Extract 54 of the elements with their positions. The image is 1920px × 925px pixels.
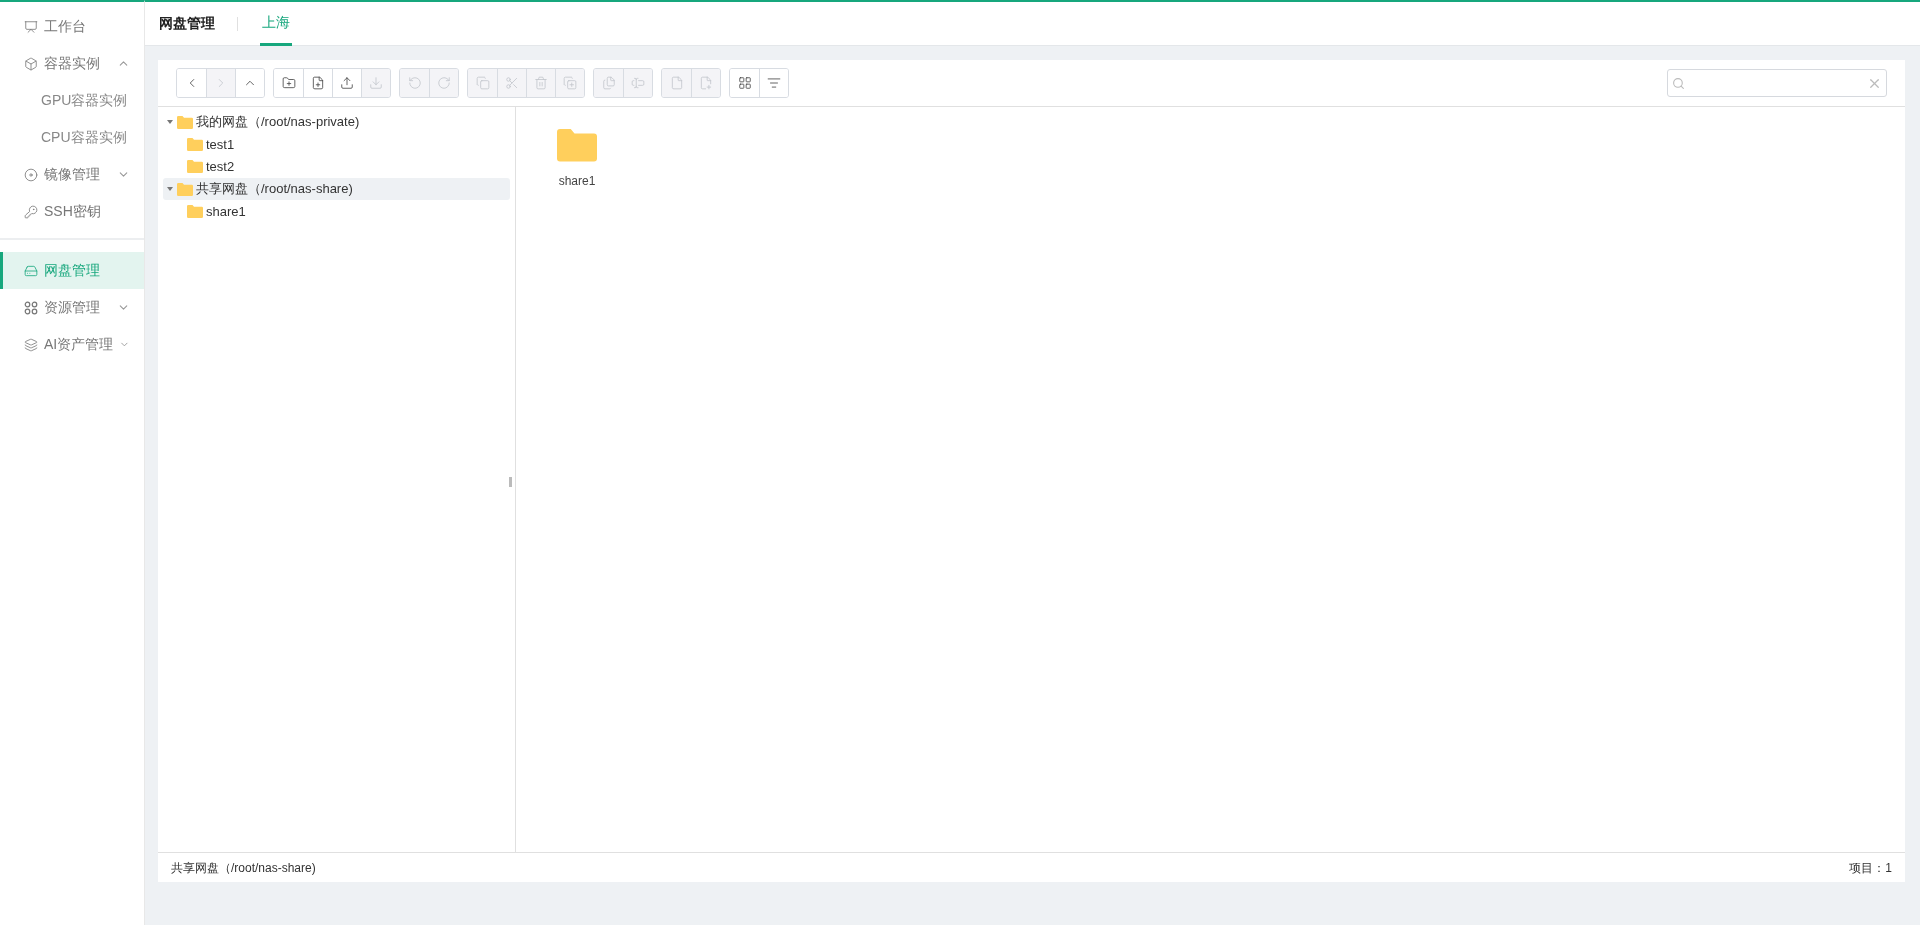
folder-icon <box>187 204 203 218</box>
key-icon <box>24 204 38 219</box>
sidebar-item[interactable]: SSH密钥 <box>0 193 144 230</box>
sidebar-item[interactable]: 工作台 <box>0 8 144 45</box>
resize-handle[interactable] <box>509 477 512 487</box>
sidebar-item[interactable]: 网盘管理 <box>0 252 144 289</box>
expand-triangle-icon[interactable] <box>166 118 174 126</box>
cube-icon <box>24 56 38 71</box>
folder-icon <box>187 160 203 174</box>
duplicate-icon <box>563 76 577 90</box>
sidebar-subitem[interactable]: CPU容器实例 <box>0 119 144 156</box>
sidebar-item[interactable]: 容器实例 <box>0 45 144 82</box>
page-title: 网盘管理 <box>159 14 215 33</box>
toolbar-button[interactable] <box>759 69 788 97</box>
tree-node[interactable]: 共享网盘（/root/nas-share) <box>163 178 510 200</box>
sidebar-item[interactable]: AI资产管理 <box>0 326 144 363</box>
sidebar-item[interactable]: 资源管理 <box>0 289 144 326</box>
folder-icon <box>557 129 597 162</box>
delete-icon <box>534 76 548 90</box>
tree-node[interactable]: test1 <box>163 133 510 156</box>
sidebar-subitem[interactable]: GPU容器实例 <box>0 82 144 119</box>
files-icon <box>601 76 616 90</box>
grid-view-icon <box>737 76 752 90</box>
cut-icon <box>505 76 519 90</box>
rename-icon <box>631 76 645 90</box>
four-circles-icon <box>24 300 38 315</box>
download-icon <box>369 76 383 90</box>
search-field[interactable] <box>1667 69 1887 97</box>
layers-icon <box>24 337 38 352</box>
undo-icon <box>407 76 422 90</box>
expand-triangle-icon[interactable] <box>166 185 174 193</box>
tree-node[interactable]: 我的网盘（/root/nas-private) <box>163 111 510 133</box>
tree-node[interactable]: test2 <box>163 155 510 178</box>
sidebar-item[interactable]: 镜像管理 <box>0 156 144 193</box>
disc-icon <box>24 167 38 182</box>
folder-icon <box>177 182 193 196</box>
new-file-icon <box>311 76 325 90</box>
folder-icon <box>187 137 203 151</box>
search-icon <box>1672 76 1685 90</box>
redo-icon <box>437 76 451 90</box>
presentation-icon <box>24 19 38 34</box>
folder-icon <box>177 115 193 129</box>
folder-item[interactable]: share1 <box>542 129 612 190</box>
drive-icon <box>24 263 38 278</box>
item-count: 项目：1 <box>1849 859 1892 877</box>
upload-icon <box>340 76 354 90</box>
tree-node[interactable]: share1 <box>163 200 510 223</box>
sort-icon <box>767 76 781 90</box>
file-icon <box>669 76 684 90</box>
current-path: 共享网盘（/root/nas-share) <box>171 859 316 877</box>
copy-icon <box>475 76 490 90</box>
region-tab[interactable]: 上海 <box>260 1 292 46</box>
file-plus-icon <box>699 76 713 90</box>
new-folder-icon <box>281 76 296 90</box>
